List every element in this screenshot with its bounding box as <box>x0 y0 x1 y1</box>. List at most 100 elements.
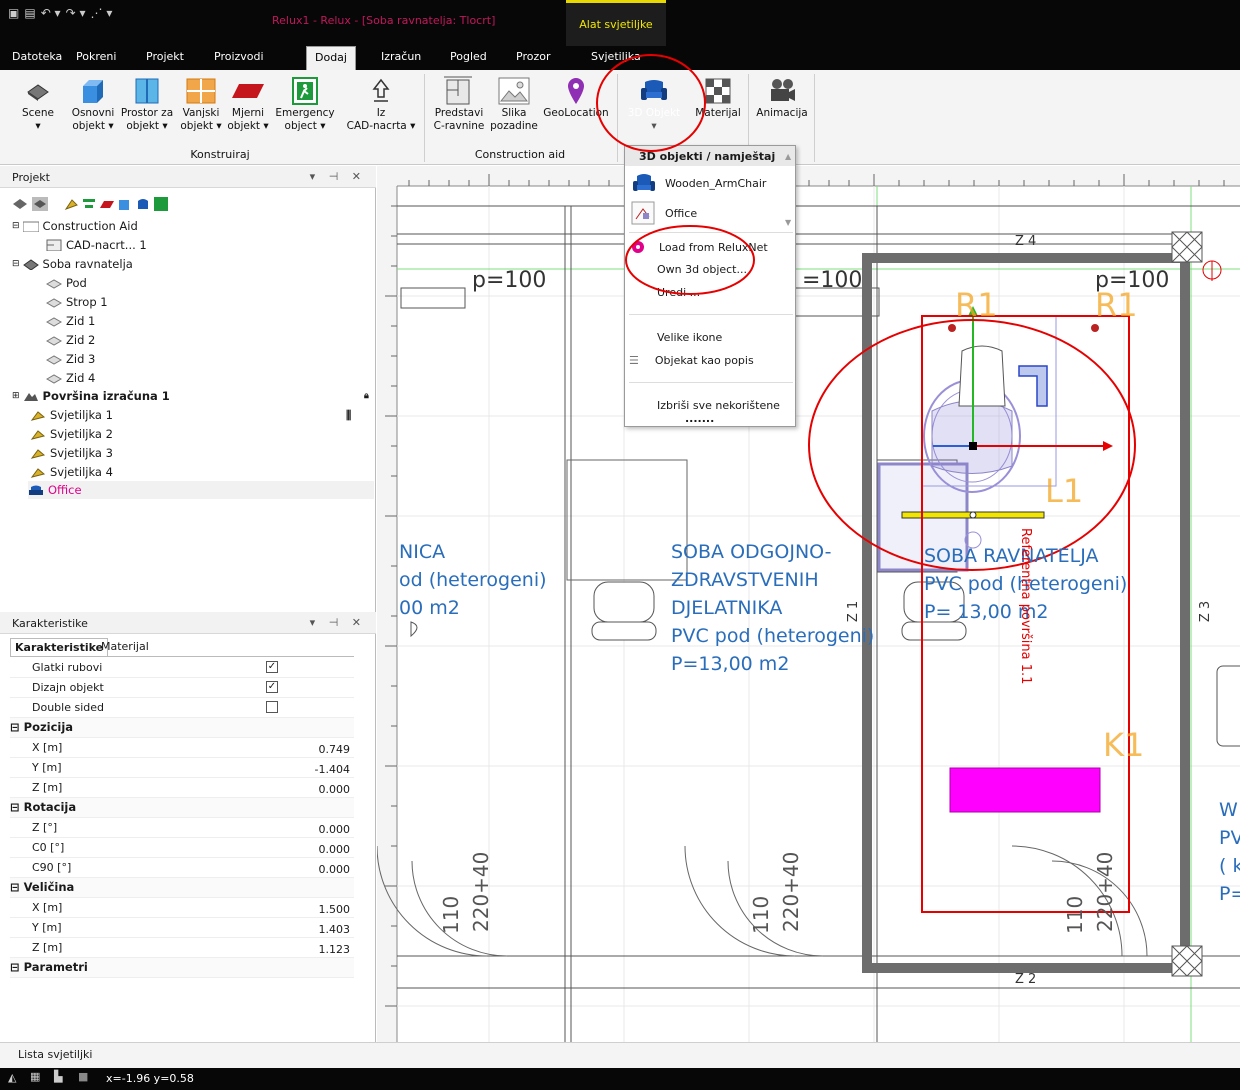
glatki-rubovi-checkbox[interactable]: ✓ <box>266 661 278 673</box>
tree-item-povrsina-izracuna[interactable]: ⊞ Površina izračuna 1 🔒︎ <box>12 387 369 405</box>
group-pozicija[interactable]: ⊟ Pozicija <box>10 718 354 738</box>
film-camera-icon <box>771 79 795 101</box>
prop-row[interactable]: Z [m] 0.000 <box>10 778 354 798</box>
ceiling-icon <box>46 298 62 308</box>
floorplan-canvas[interactable]: p=100 =100 p=100 Z 4 Z 2 Z 1 Z 3 R1 R1 L… <box>377 166 1240 1042</box>
slika-pozadine-button[interactable]: Slika pozadine <box>490 75 538 133</box>
3d-objekt-button[interactable]: 3D Objekt ▾ <box>624 75 684 133</box>
group-parametri[interactable]: ⊟ Parametri <box>10 958 354 978</box>
undo-icon[interactable]: ↶ ▾ <box>41 6 61 20</box>
print-icon[interactable]: ▤ <box>24 6 35 20</box>
armchair-icon <box>29 485 43 495</box>
ribbon-separator <box>814 74 815 162</box>
tree-item-strop[interactable]: Strop 1 <box>46 293 108 311</box>
panel-controls[interactable]: ▾ ⊣ ✕ <box>310 616 366 629</box>
group-rotacija[interactable]: ⊟ Rotacija <box>10 798 354 818</box>
furniture-filter-icon[interactable] <box>136 197 150 211</box>
list-icon: ☰ <box>629 353 639 367</box>
tree-item-cad-nacrt[interactable]: CAD-nacrt... 1 <box>46 236 147 254</box>
animacija-button[interactable]: Animacija <box>752 75 812 120</box>
tab-datoteka[interactable]: Datoteka <box>12 50 62 63</box>
door-height-label: 220+40 <box>469 851 493 932</box>
menu-load-from-reluxnet[interactable]: Load from ReluxNet <box>625 237 795 257</box>
scene-button[interactable]: Scene ▾ <box>16 75 60 133</box>
redo-icon[interactable]: ↷ ▾ <box>66 6 86 20</box>
menu-more[interactable]: ....... <box>625 412 795 426</box>
emergency-filter-icon[interactable] <box>154 197 168 211</box>
grid-icon[interactable]: ▦ <box>30 1070 40 1083</box>
prop-row[interactable]: X [m] 1.500 <box>10 898 354 918</box>
object-filter-icon[interactable] <box>118 197 132 211</box>
prop-row[interactable]: Y [m] -1.404 <box>10 758 354 778</box>
tree-item-svjetiljka-2[interactable]: Svjetiljka 2 <box>30 425 113 443</box>
vanjski-objekt-button[interactable]: Vanjski objekt ▾ <box>176 75 226 133</box>
snap-icon[interactable]: ◭ <box>8 1071 16 1084</box>
osnovni-objekt-button[interactable]: Osnovni objekt ▾ <box>68 75 118 133</box>
group-velicina[interactable]: ⊟ Veličina <box>10 878 354 898</box>
tab-projekt[interactable]: Projekt <box>146 50 184 63</box>
dropdown-item-office[interactable]: Office <box>625 200 795 226</box>
tree-item-pod[interactable]: Pod <box>46 274 87 292</box>
plane-filter-icon[interactable] <box>100 197 114 211</box>
prop-row[interactable]: C0 [°] 0.000 <box>10 838 354 858</box>
predstavi-c-ravnine-button[interactable]: Predstavi C-ravnine <box>430 75 488 133</box>
lista-svjetiljki-tab[interactable]: Lista svjetiljki <box>0 1042 1240 1068</box>
room-icon <box>22 259 39 270</box>
wall-label-z4: Z 4 <box>1015 234 1037 249</box>
panel-controls[interactable]: ▾ ⊣ ✕ <box>310 170 366 183</box>
iz-cad-nacrta-button[interactable]: Iz CAD-nacrta ▾ <box>346 75 416 133</box>
prop-row[interactable]: Z [m] 1.123 <box>10 938 354 958</box>
settings-sliders-icon[interactable]: ⫼ <box>346 408 351 423</box>
floorplan-view-icon[interactable]: ▙ <box>54 1070 62 1083</box>
menu-own-3d-object[interactable]: Own 3d object... <box>625 260 795 280</box>
door-width-label: 110 <box>1063 895 1087 934</box>
double-sided-checkbox[interactable] <box>266 701 278 713</box>
tree-item-construction-aid[interactable]: ⊟ Construction Aid <box>12 217 138 235</box>
3d-objects-dropdown: 3D objekti / namještaj ▲ Wooden_ArmChair… <box>624 145 796 427</box>
tree-item-zid-2[interactable]: Zid 2 <box>46 331 95 349</box>
prop-row[interactable]: Y [m] 1.403 <box>10 918 354 938</box>
mjerni-objekt-button[interactable]: Mjerni objekt ▾ <box>226 75 270 133</box>
tab-dodaj[interactable]: Dodaj <box>306 46 356 70</box>
materijal-button[interactable]: Materijal <box>690 75 746 120</box>
dropdown-item-wooden-armchair[interactable]: Wooden_ArmChair <box>625 170 795 196</box>
tree-item-svjetiljka-1[interactable]: Svjetiljka 1 ⫼ <box>30 406 351 424</box>
tab-karakteristike[interactable]: Karakteristike <box>10 638 109 656</box>
tab-pokreni[interactable]: Pokreni <box>76 50 116 63</box>
tab-pogled[interactable]: Pogled <box>450 50 487 63</box>
tree-item-zid-4[interactable]: Zid 4 <box>46 369 95 387</box>
tab-materijal[interactable]: Materijal <box>101 640 149 653</box>
wall-icon <box>46 355 62 365</box>
prop-row[interactable]: Z [°] 0.000 <box>10 818 354 838</box>
prostor-za-objekt-button[interactable]: Prostor za objekt ▾ <box>120 75 174 133</box>
tree-item-svjetiljka-4[interactable]: Svjetiljka 4 <box>30 463 113 481</box>
room-filter-icon[interactable] <box>32 197 48 211</box>
calc-surface-filter-icon[interactable] <box>82 197 96 211</box>
scroll-down-icon[interactable]: ▼ <box>785 218 791 227</box>
menu-objekat-kao-popis[interactable]: ☰ Objekat kao popis <box>625 350 795 370</box>
image-view-icon[interactable]: ■ <box>78 1070 88 1083</box>
scroll-up-icon[interactable]: ▲ <box>785 152 791 161</box>
prop-row[interactable]: C90 [°] 0.000 <box>10 858 354 878</box>
tab-prozor[interactable]: Prozor <box>516 50 550 63</box>
tree-item-soba-ravnatelja[interactable]: ⊟ Soba ravnatelja <box>12 255 133 273</box>
menu-uredi[interactable]: Uredi ... <box>625 283 795 303</box>
tab-svjetiljka[interactable]: Svjetiljka <box>591 50 641 63</box>
tree-item-svjetiljka-3[interactable]: Svjetiljka 3 <box>30 444 113 462</box>
folder-icon <box>22 221 39 232</box>
geolocation-button[interactable]: GeoLocation <box>538 75 614 120</box>
tree-item-office[interactable]: Office <box>28 481 374 499</box>
save-icon[interactable]: ▣ <box>8 6 19 20</box>
tab-izracun[interactable]: Izračun <box>381 50 421 63</box>
customize-icon[interactable]: ⋰ ▾ <box>91 6 113 20</box>
luminaire-filter-icon[interactable] <box>64 197 78 211</box>
dizajn-objekt-checkbox[interactable]: ✓ <box>266 681 278 693</box>
tree-item-zid-3[interactable]: Zid 3 <box>46 350 95 368</box>
tree-item-zid-1[interactable]: Zid 1 <box>46 312 95 330</box>
emergency-object-button[interactable]: Emergency object ▾ <box>274 75 336 133</box>
project-toolbar <box>12 194 168 214</box>
prop-row[interactable]: X [m] 0.749 <box>10 738 354 758</box>
menu-velike-ikone[interactable]: Velike ikone <box>625 328 795 348</box>
scene-filter-icon[interactable] <box>12 197 28 211</box>
tab-proizvodi[interactable]: Proizvodi <box>214 50 264 63</box>
